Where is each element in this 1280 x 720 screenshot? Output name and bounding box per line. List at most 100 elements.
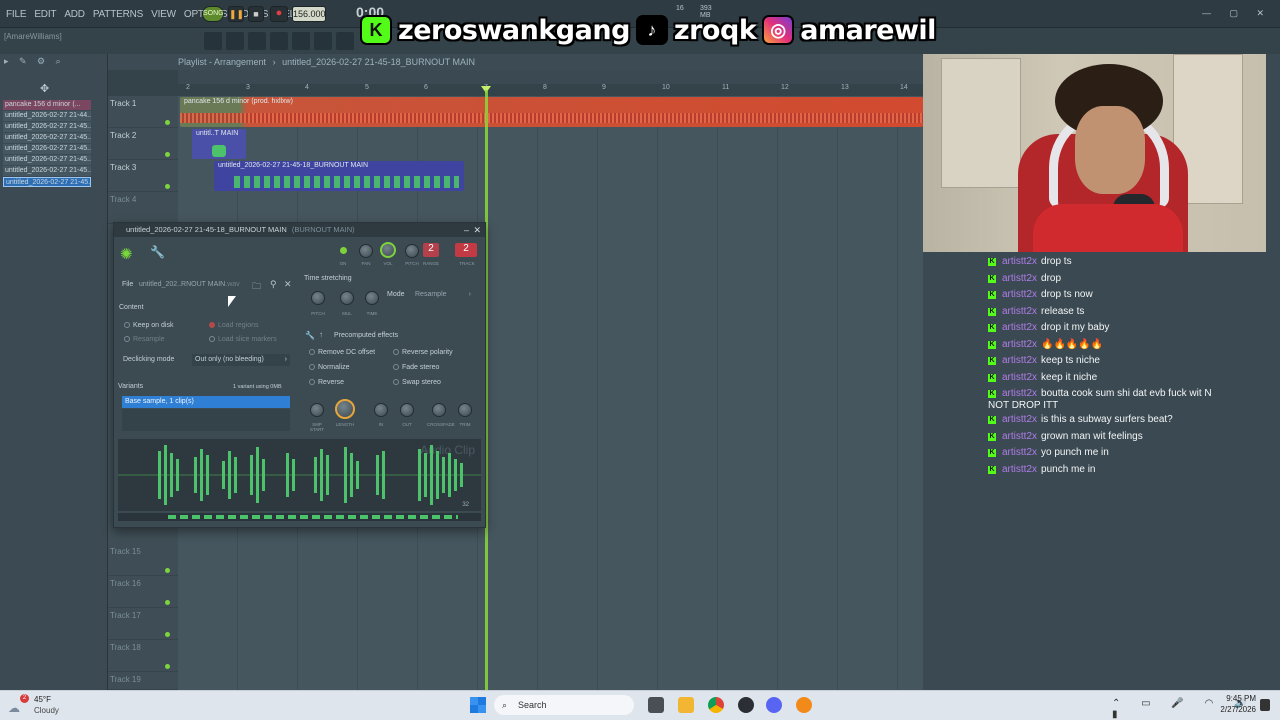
record-button[interactable]: ●	[270, 6, 288, 22]
track-header[interactable]: Track 2	[108, 128, 178, 160]
fl-studio-icon[interactable]	[796, 697, 812, 713]
browser-move-icon[interactable]: ✥	[40, 82, 49, 95]
wrench-small-icon[interactable]: 🔧	[305, 331, 315, 340]
audio-clip[interactable]: untitled_2026-02-27 21-45-18_BURNOUT MAI…	[214, 161, 464, 191]
tool-icon[interactable]	[226, 32, 244, 50]
track-led[interactable]	[165, 664, 170, 669]
track-header[interactable]: Track 1	[108, 96, 178, 128]
browser-item[interactable]: untitled_2026-02-27 21-45...	[3, 155, 91, 165]
load-slice-markers-option[interactable]: Load slice markers	[209, 336, 277, 343]
audio-clip[interactable]: untitl..T MAIN	[192, 129, 246, 159]
track-led[interactable]	[165, 600, 170, 605]
resample-option[interactable]: Resample	[124, 336, 165, 343]
play-button[interactable]: ❚❚	[228, 6, 244, 22]
tool-icon[interactable]	[314, 32, 332, 50]
out-knob[interactable]	[400, 403, 414, 417]
file-name[interactable]: untitled_202..RNOUT MAIN.wav	[139, 281, 240, 288]
tool-icon[interactable]	[292, 32, 310, 50]
sample-start-knob[interactable]	[310, 403, 324, 417]
track-header[interactable]: Track 4	[108, 192, 178, 224]
waveform-scrollbar[interactable]	[118, 513, 481, 521]
tool-icon[interactable]	[248, 32, 266, 50]
weather-widget[interactable]: 2 ☁ 45°F Cloudy	[8, 692, 78, 718]
chrome-icon[interactable]	[708, 697, 724, 713]
notification-icon[interactable]	[1260, 699, 1270, 711]
crossfade-knob[interactable]	[432, 403, 446, 417]
range-display[interactable]: 2	[423, 243, 439, 257]
audio-clip[interactable]: pancake 156 d minor (prod. hxllxw)	[180, 97, 923, 127]
chevron-up-icon[interactable]: ↑	[319, 330, 323, 339]
menu-add[interactable]: ADD	[60, 0, 89, 20]
minimize-icon[interactable]: –	[464, 223, 469, 237]
playlist-ruler[interactable]: 2 3 4 5 6 7 8 9 10 11 12 13 14	[178, 84, 923, 96]
task-view-icon[interactable]	[648, 697, 664, 713]
remove-dc-option[interactable]: Remove DC offset	[309, 349, 375, 356]
variant-list-item[interactable]: Base sample, 1 clip(s)	[122, 396, 290, 408]
track-header[interactable]: Track 19	[108, 672, 178, 690]
plugin-icon[interactable]: ✺	[120, 245, 133, 263]
track-led[interactable]	[165, 568, 170, 573]
track-led[interactable]	[165, 152, 170, 157]
track-header[interactable]: Track 3	[108, 160, 178, 192]
track-led[interactable]	[165, 184, 170, 189]
window-controls[interactable]: — ▢ ✕	[1202, 8, 1272, 19]
track-display[interactable]: 2	[455, 243, 477, 257]
declicking-select[interactable]: Out only (no bleeding) ›	[192, 354, 290, 366]
tool-icon[interactable]	[204, 32, 222, 50]
menu-edit[interactable]: EDIT	[30, 0, 60, 20]
clock[interactable]: 9:45 PM 2/27/2026	[1212, 694, 1256, 714]
vol-knob[interactable]	[380, 242, 396, 258]
pin-icon[interactable]: ⚲	[270, 279, 277, 290]
stop-button[interactable]: ■	[248, 6, 264, 22]
wrench-icon[interactable]: 🔧	[150, 245, 165, 259]
browser-item[interactable]: pancake 156 d minor (...	[3, 100, 91, 110]
stretch-mul-knob[interactable]	[340, 291, 354, 305]
discord-icon[interactable]	[766, 697, 782, 713]
pan-knob[interactable]	[359, 244, 373, 258]
track-led[interactable]	[165, 120, 170, 125]
playlist-tools[interactable]	[108, 70, 178, 96]
track-header[interactable]: Track 18	[108, 640, 178, 672]
browser-item[interactable]: untitled_2026-02-27 21-45...	[3, 144, 91, 154]
load-regions-option[interactable]: Load regions	[209, 322, 258, 329]
reverse-option[interactable]: Reverse	[309, 379, 344, 386]
trim-knob[interactable]	[458, 403, 472, 417]
browser-toolbar[interactable]: ▸ ✎ ⚙ ⌕	[4, 56, 112, 70]
window-title-bar[interactable]: untitled_2026-02-27 21-45-18_BURNOUT MAI…	[114, 223, 485, 237]
browser-item[interactable]: untitled_2026-02-27 21-45...	[3, 166, 91, 176]
pitch-knob[interactable]	[405, 244, 419, 258]
fade-stereo-option[interactable]: Fade stereo	[393, 364, 439, 371]
track-led[interactable]	[165, 632, 170, 637]
sample-waveform[interactable]: Audio Clip 32	[118, 439, 481, 511]
reverse-polarity-option[interactable]: Reverse polarity	[393, 349, 453, 356]
track-header[interactable]: Track 16	[108, 576, 178, 608]
tool-icon[interactable]	[270, 32, 288, 50]
browser-item[interactable]: untitled_2026-02-27 21-45...	[3, 122, 91, 132]
in-knob[interactable]	[374, 403, 388, 417]
on-led[interactable]	[340, 247, 347, 254]
swap-stereo-option[interactable]: Swap stereo	[393, 379, 441, 386]
song-mode-button[interactable]: SONG	[202, 6, 224, 22]
browser-item[interactable]: untitled_2026-02-27 21-45...	[3, 133, 91, 143]
windows-start-icon[interactable]	[470, 697, 486, 713]
file-explorer-icon[interactable]	[678, 697, 694, 713]
mic-icon[interactable]	[336, 32, 354, 50]
stretch-time-knob[interactable]	[365, 291, 379, 305]
close-icon[interactable]: ✕	[473, 223, 481, 237]
browser-item[interactable]: untitled_2026-02-27 21-45...	[3, 177, 91, 187]
browser-item[interactable]: untitled_2026-02-27 21-44...	[3, 111, 91, 121]
tempo-display[interactable]: 156.000	[292, 6, 326, 22]
track-header[interactable]: Track 15	[108, 544, 178, 576]
app-icon[interactable]	[738, 697, 754, 713]
menu-file[interactable]: FILE	[2, 0, 30, 20]
mode-select[interactable]: Resample ›	[412, 289, 474, 301]
taskbar-search[interactable]: ⌕ Search	[494, 695, 634, 715]
menu-view[interactable]: VIEW	[147, 0, 180, 20]
normalize-option[interactable]: Normalize	[309, 364, 350, 371]
menu-patterns[interactable]: PATTERNS	[89, 0, 147, 20]
close-file-icon[interactable]: ✕	[284, 279, 292, 290]
track-header[interactable]: Track 17	[108, 608, 178, 640]
stretch-pitch-knob[interactable]	[311, 291, 325, 305]
playlist-pattern[interactable]: untitled_2026-02-27 21-45-18_BURNOUT MAI…	[282, 57, 475, 67]
length-knob[interactable]	[335, 399, 355, 419]
